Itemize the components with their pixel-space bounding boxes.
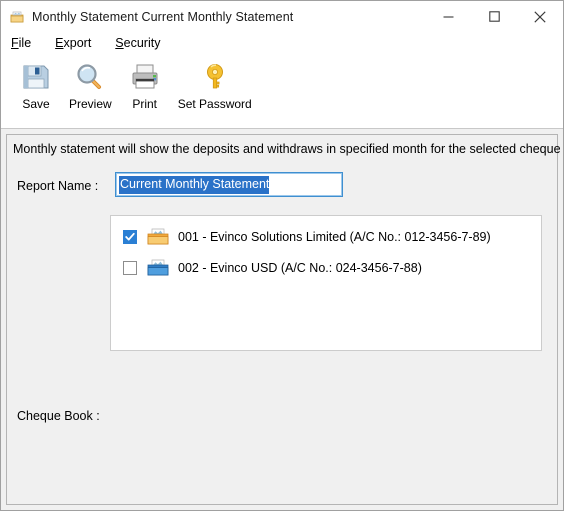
set-password-button[interactable]: Set Password	[172, 55, 258, 111]
content-panel: Monthly statement will show the deposits…	[6, 134, 563, 505]
menu-item-security[interactable]: Security	[115, 36, 160, 50]
print-button[interactable]: Print	[118, 55, 172, 111]
set-password-label: Set Password	[177, 97, 252, 111]
menu-label-security: ecurity	[123, 36, 161, 50]
close-button[interactable]	[517, 1, 563, 32]
toolbar: Save Preview Print Set Password	[1, 55, 563, 129]
report-name-value: Current Monthly Statement	[119, 175, 270, 194]
cheque-book-orange-icon	[147, 228, 169, 246]
preview-label: Preview	[69, 97, 112, 111]
save-label: Save	[22, 97, 50, 111]
cheque-book-blue-icon	[147, 259, 169, 277]
report-name-label: Report Name :	[17, 179, 99, 193]
menu-accel-security: S	[115, 36, 124, 50]
menu-bar: File Export Security	[1, 32, 563, 55]
window-controls	[425, 1, 563, 32]
report-name-input[interactable]: Current Monthly Statement	[115, 172, 343, 197]
description-text: Monthly statement will show the deposits…	[13, 142, 564, 156]
menu-accel-export: E	[55, 36, 64, 50]
menu-item-file[interactable]: File	[11, 36, 31, 50]
cheque-book-label: Cheque Book :	[17, 409, 100, 423]
preview-button[interactable]: Preview	[63, 55, 118, 111]
cheque-book-icon	[9, 9, 25, 25]
save-button[interactable]: Save	[9, 55, 63, 111]
title-bar: Monthly Statement Current Monthly Statem…	[1, 1, 563, 32]
menu-label-file: ile	[18, 36, 32, 50]
magnifier-icon	[74, 61, 106, 93]
list-item[interactable]: 002 - Evinco USD (A/C No.: 024-3456-7-88…	[111, 252, 541, 283]
print-label: Print	[132, 97, 158, 111]
cheque-book-checkbox-001[interactable]	[123, 229, 137, 244]
window-title: Monthly Statement Current Monthly Statem…	[32, 9, 294, 24]
cheque-book-list[interactable]: 001 - Evinco Solutions Limited (A/C No.:…	[110, 215, 542, 351]
cheque-book-text-001: 001 - Evinco Solutions Limited (A/C No.:…	[178, 229, 491, 244]
list-item[interactable]: 001 - Evinco Solutions Limited (A/C No.:…	[111, 221, 541, 252]
application-window: Monthly Statement Current Monthly Statem…	[0, 0, 564, 511]
menu-accel-file: F	[11, 36, 19, 50]
cheque-book-checkbox-002[interactable]	[123, 260, 137, 275]
floppy-disk-icon	[20, 61, 52, 93]
minimize-button[interactable]	[425, 1, 471, 32]
printer-icon	[129, 61, 161, 93]
menu-item-export[interactable]: Export	[55, 36, 91, 50]
menu-label-export: xport	[63, 36, 92, 50]
maximize-button[interactable]	[471, 1, 517, 32]
cheque-book-text-002: 002 - Evinco USD (A/C No.: 024-3456-7-88…	[178, 260, 422, 275]
key-icon	[199, 61, 231, 93]
